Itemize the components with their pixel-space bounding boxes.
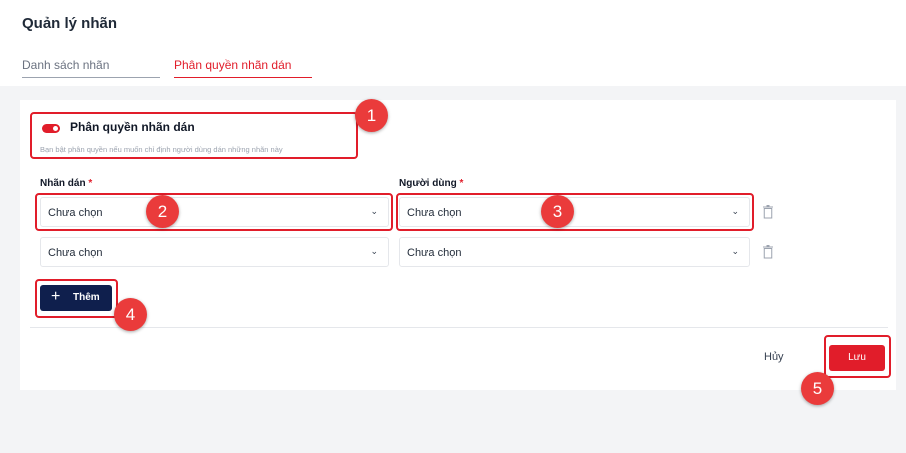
chevron-down-icon: ⌄ <box>731 206 739 216</box>
add-row-button[interactable]: + Thêm <box>40 285 112 311</box>
select-value: Chưa chọn <box>407 207 462 219</box>
user-select-1[interactable]: Chưa chọn ⌄ <box>399 197 750 227</box>
annotation-badge-3: 3 <box>541 195 574 228</box>
annotation-badge-1: 1 <box>355 99 388 132</box>
save-button[interactable]: Lưu <box>829 345 885 371</box>
cancel-button[interactable]: Hủy <box>764 351 784 363</box>
permission-toggle-section: Phân quyền nhãn dán Bạn bật phân quyền n… <box>30 112 358 159</box>
required-mark: * <box>88 178 93 189</box>
trash-icon[interactable] <box>762 205 774 219</box>
toggle-knob <box>53 126 58 131</box>
annotation-badge-5: 5 <box>801 372 834 405</box>
select-value: Chưa chọn <box>48 247 103 259</box>
annotation-badge-2: 2 <box>146 195 179 228</box>
plus-icon: + <box>51 288 61 305</box>
label-field-label: Nhãn dán * <box>40 178 92 189</box>
user-field-label-text: Người dùng <box>399 178 457 189</box>
chevron-down-icon: ⌄ <box>370 246 378 256</box>
required-mark: * <box>459 178 464 189</box>
annotation-badge-4: 4 <box>114 298 147 331</box>
footer-divider <box>30 327 888 328</box>
tab-label-list[interactable]: Danh sách nhãn <box>22 58 160 78</box>
label-select-1[interactable]: Chưa chọn ⌄ <box>40 197 389 227</box>
permission-title: Phân quyền nhãn dán <box>70 120 195 134</box>
select-value: Chưa chọn <box>48 207 103 219</box>
trash-icon[interactable] <box>762 245 774 259</box>
label-field-label-text: Nhãn dán <box>40 178 86 189</box>
chevron-down-icon: ⌄ <box>370 206 378 216</box>
add-button-label: Thêm <box>73 292 100 303</box>
chevron-down-icon: ⌄ <box>731 246 739 256</box>
select-value: Chưa chọn <box>407 247 462 259</box>
page-header: Quản lý nhãn Danh sách nhãn Phân quyền n… <box>0 0 906 86</box>
permission-description: Bạn bật phân quyền nếu muốn chỉ định ngư… <box>40 145 283 154</box>
permission-toggle[interactable] <box>42 124 60 133</box>
tab-label-permission[interactable]: Phân quyền nhãn dán <box>174 58 312 78</box>
user-select-2[interactable]: Chưa chọn ⌄ <box>399 237 750 267</box>
page-title: Quản lý nhãn <box>22 15 118 32</box>
label-select-2[interactable]: Chưa chọn ⌄ <box>40 237 389 267</box>
user-field-label: Người dùng * <box>399 178 463 189</box>
